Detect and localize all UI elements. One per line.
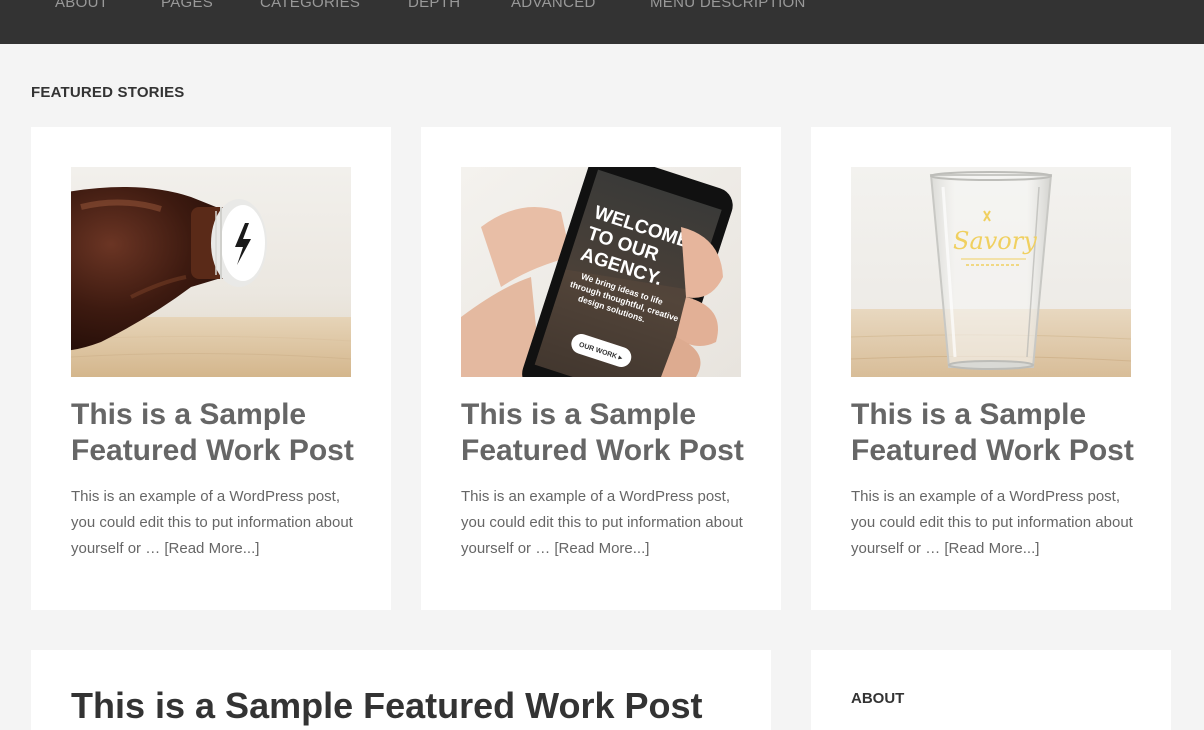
top-navigation: ABOUT PAGES CATEGORIES DEPTH ADVANCED ME…	[0, 0, 1204, 44]
post-excerpt: This is an example of a WordPress post, …	[461, 484, 746, 562]
featured-stories-heading: FEATURED STORIES	[31, 84, 185, 101]
featured-card: Savory This is a Sample Featured Work Po…	[811, 127, 1171, 610]
main-post-title[interactable]: This is a Sample Featured Work Post	[71, 686, 703, 726]
glass-photo: Savory	[851, 167, 1131, 377]
savory-logo: Savory	[953, 227, 1037, 255]
featured-image-bottle[interactable]	[71, 167, 351, 377]
nav-item-depth[interactable]: DEPTH	[408, 0, 460, 11]
featured-card: This is a Sample Featured Work Post This…	[31, 127, 391, 610]
read-more-link[interactable]: [Read More...]	[554, 540, 649, 557]
nav-item-advanced[interactable]: ADVANCED	[511, 0, 596, 11]
read-more-link[interactable]: [Read More...]	[944, 540, 1039, 557]
nav-item-categories[interactable]: CATEGORIES	[260, 0, 360, 11]
nav-item-menu-description[interactable]: MENU DESCRIPTION	[650, 0, 806, 11]
featured-image-phone[interactable]: WELCOME TO OUR AGENCY. We bring ideas to…	[461, 167, 741, 377]
widget-title-about: ABOUT	[851, 690, 905, 707]
post-title[interactable]: This is a Sample Featured Work Post	[461, 397, 751, 469]
nav-item-about[interactable]: ABOUT	[55, 0, 108, 11]
bottle-photo	[71, 167, 351, 377]
post-title[interactable]: This is a Sample Featured Work Post	[851, 397, 1141, 469]
featured-card: WELCOME TO OUR AGENCY. We bring ideas to…	[421, 127, 781, 610]
post-excerpt: This is an example of a WordPress post, …	[851, 484, 1136, 562]
read-more-link[interactable]: [Read More...]	[164, 540, 259, 557]
post-title[interactable]: This is a Sample Featured Work Post	[71, 397, 361, 469]
post-excerpt: This is an example of a WordPress post, …	[71, 484, 356, 562]
main-post-panel: This is a Sample Featured Work Post	[31, 650, 771, 730]
phone-photo: WELCOME TO OUR AGENCY. We bring ideas to…	[461, 167, 741, 377]
nav-item-pages[interactable]: PAGES	[161, 0, 213, 11]
sidebar-widget: ABOUT	[811, 650, 1171, 730]
featured-image-glass[interactable]: Savory	[851, 167, 1131, 377]
